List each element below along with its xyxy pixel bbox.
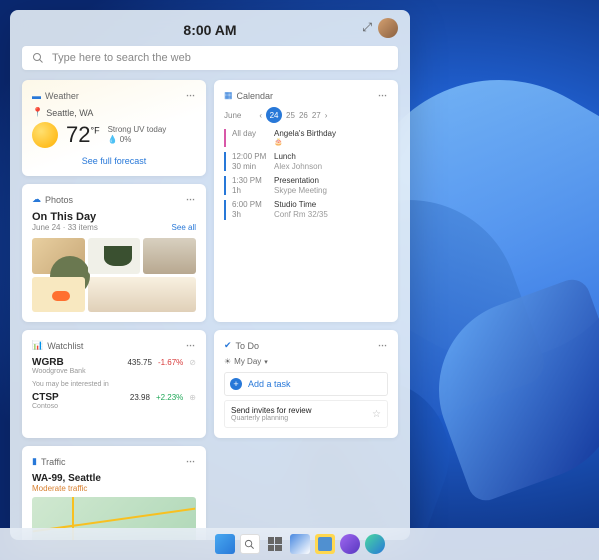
search-placeholder: Type here to search the web — [52, 52, 191, 64]
more-icon[interactable]: ⋯ — [186, 90, 196, 101]
more-icon[interactable]: ⋯ — [186, 194, 196, 205]
more-icon[interactable]: ⋯ — [186, 456, 196, 467]
calendar-icon: ▦ — [224, 90, 233, 101]
weather-location: 📍Seattle, WA — [32, 107, 196, 118]
calendar-card[interactable]: ▦Calendar ⋯ June ‹ 24 25 26 27 › All day… — [214, 80, 398, 322]
traffic-card[interactable]: ▮Traffic ⋯ WA-99, Seattle Moderate traff… — [22, 446, 206, 540]
weather-card[interactable]: ▬Weather ⋯ 📍Seattle, WA 72°F Strong UV t… — [22, 80, 206, 176]
calendar-day[interactable]: 27 — [312, 111, 321, 120]
widgets-panel: 8:00 AM ⤢ Type here to search the web ▬W… — [10, 10, 410, 540]
photo-thumbnail[interactable] — [32, 277, 85, 313]
expand-icon[interactable]: ⤢ — [362, 20, 372, 35]
chevron-left-icon[interactable]: ‹ — [259, 111, 262, 120]
user-avatar[interactable] — [378, 18, 398, 38]
task-item[interactable]: Send invites for review Quarterly planni… — [224, 400, 388, 428]
see-all-link[interactable]: See all — [172, 223, 196, 232]
search-icon — [32, 52, 44, 64]
photo-grid — [32, 238, 196, 312]
taskbar — [0, 528, 599, 560]
add-task-button[interactable]: +Add a task — [224, 372, 388, 396]
calendar-days: June ‹ 24 25 26 27 › — [224, 107, 388, 123]
stock-row[interactable]: CTSP23.98+2.23%⊕ Contoso — [32, 392, 196, 410]
forecast-link[interactable]: See full forecast — [32, 156, 196, 166]
todo-icon: ✔ — [224, 340, 232, 351]
traffic-route: WA-99, Seattle — [32, 473, 196, 484]
more-icon[interactable]: ⋯ — [378, 90, 388, 101]
watchlist-icon: 📊 — [32, 340, 43, 351]
stock-row[interactable]: WGRB435.75-1.67%⊘ Woodgrove Bank — [32, 357, 196, 375]
weather-detail: Strong UV today💧 0% — [108, 125, 167, 146]
app-button[interactable] — [340, 534, 360, 554]
task-view-button[interactable] — [265, 534, 285, 554]
plus-icon: + — [230, 378, 242, 390]
photos-icon: ☁ — [32, 194, 41, 205]
weather-temp: 72°F — [66, 122, 100, 148]
star-icon[interactable]: ☆ — [372, 409, 381, 420]
chevron-right-icon[interactable]: › — [325, 111, 328, 120]
start-button[interactable] — [215, 534, 235, 554]
more-icon[interactable]: ⋯ — [378, 340, 388, 351]
photos-heading: On This Day — [32, 211, 196, 223]
search-input[interactable]: Type here to search the web — [22, 46, 398, 70]
widgets-button[interactable] — [290, 534, 310, 554]
photo-thumbnail[interactable] — [143, 238, 196, 274]
weather-icon: ▬ — [32, 91, 41, 101]
panel-time: 8:00 AM — [183, 22, 236, 38]
calendar-event[interactable]: All dayAngela's Birthday🎂 — [224, 129, 388, 147]
calendar-event[interactable]: 1:30 PM1hPresentationSkype Meeting — [224, 176, 388, 195]
explorer-button[interactable] — [315, 534, 335, 554]
watchlist-card[interactable]: 📊Watchlist ⋯ WGRB435.75-1.67%⊘ Woodgrove… — [22, 330, 206, 438]
todo-card[interactable]: ✔To Do ⋯ ☀My Day▾ +Add a task Send invit… — [214, 330, 398, 438]
photo-thumbnail[interactable] — [32, 238, 85, 274]
calendar-day[interactable]: 25 — [286, 111, 295, 120]
calendar-day-selected[interactable]: 24 — [266, 107, 282, 123]
traffic-status: Moderate traffic — [32, 484, 196, 493]
calendar-day[interactable]: 26 — [299, 111, 308, 120]
search-button[interactable] — [240, 534, 260, 554]
sun-icon — [32, 122, 58, 148]
photo-thumbnail[interactable] — [88, 238, 141, 274]
edge-button[interactable] — [365, 534, 385, 554]
calendar-event[interactable]: 12:00 PM30 minLunchAlex Johnson — [224, 152, 388, 171]
traffic-icon: ▮ — [32, 456, 37, 467]
photo-thumbnail[interactable] — [88, 277, 196, 313]
calendar-event[interactable]: 6:00 PM3hStudio TimeConf Rm 32/35 — [224, 200, 388, 219]
more-icon[interactable]: ⋯ — [186, 340, 196, 351]
photos-card[interactable]: ☁Photos ⋯ On This Day June 24 · 33 items… — [22, 184, 206, 322]
todo-list-name[interactable]: ☀My Day▾ — [224, 357, 388, 366]
